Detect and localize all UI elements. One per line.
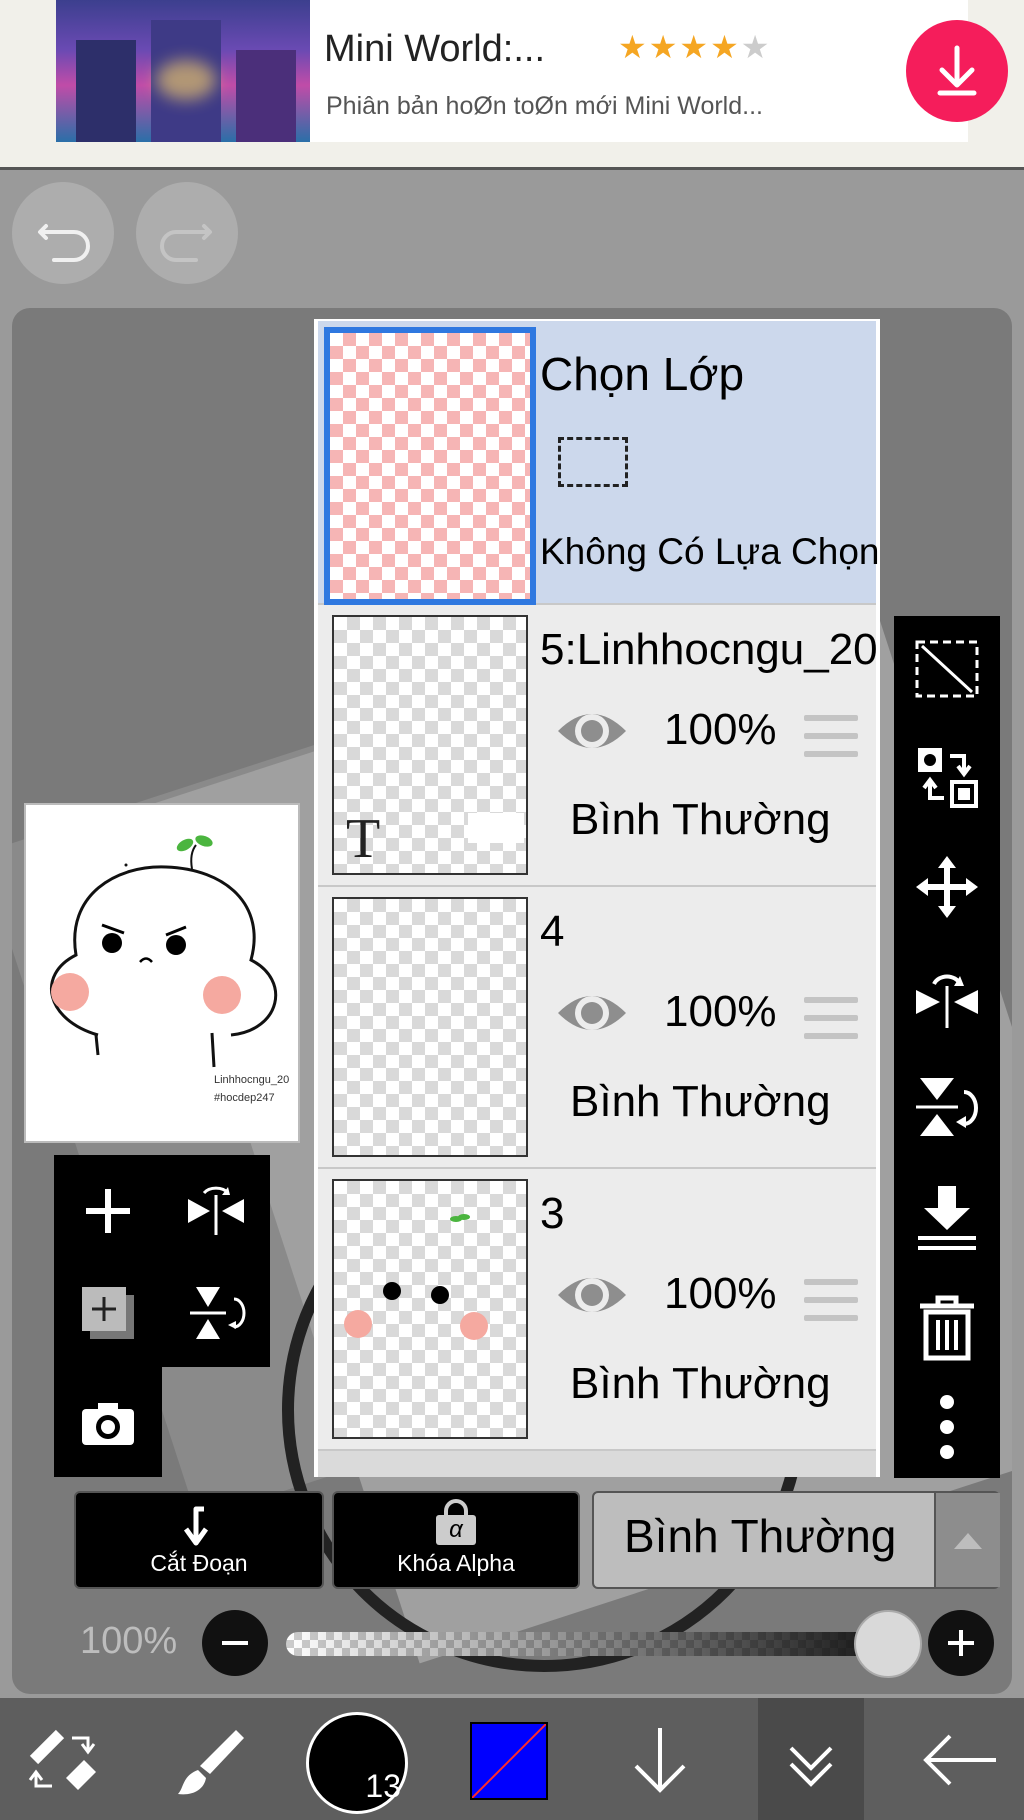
alpha-lock-button[interactable]: α Khóa Alpha xyxy=(332,1491,580,1589)
clipping-label: Cắt Đoạn xyxy=(150,1550,248,1576)
flip-vertical-button[interactable] xyxy=(176,1273,256,1353)
left-toolbox xyxy=(54,1155,270,1367)
triangle-up-icon xyxy=(954,1533,982,1549)
back-arrow-icon[interactable] xyxy=(916,1720,1002,1800)
color-swatch[interactable] xyxy=(470,1722,548,1800)
layer-thumbnail[interactable]: T xyxy=(332,615,528,875)
layer-row[interactable]: 3 100% Bình Thường xyxy=(318,1169,876,1451)
layer-opacity[interactable]: 100% xyxy=(664,987,777,1037)
undo-icon xyxy=(38,224,90,262)
plus-icon xyxy=(948,1630,974,1656)
rotate-flip-icon[interactable] xyxy=(912,962,982,1032)
drag-handle-icon[interactable] xyxy=(804,715,858,769)
layer-blend-mode[interactable]: Bình Thường xyxy=(570,795,831,845)
right-toolbox xyxy=(894,616,1000,1478)
layer-content-preview xyxy=(344,1214,488,1340)
layer-opacity[interactable]: 100% xyxy=(664,705,777,755)
undo-button[interactable] xyxy=(12,182,114,284)
selection-layer-title: Chọn Lớp xyxy=(540,348,745,400)
visibility-eye-icon[interactable] xyxy=(554,983,630,1043)
ad-subtitle[interactable]: Phiân bản hoØn toØn mới Mini World... xyxy=(326,92,763,121)
layer-blend-mode[interactable]: Bình Thường xyxy=(570,1359,831,1409)
opacity-slider-thumb[interactable] xyxy=(854,1610,922,1678)
more-icon[interactable] xyxy=(912,1392,982,1462)
redo-button[interactable] xyxy=(136,182,238,284)
canvas-preview: Linhhocngu_20 #hocdep247 xyxy=(24,803,300,1143)
text-layer-preview xyxy=(468,813,524,843)
ad-title[interactable]: Mini World:... xyxy=(324,28,545,71)
layer-opacity[interactable]: 100% xyxy=(664,1269,777,1319)
selection-marquee-icon xyxy=(558,437,628,487)
brush-size-value: 13 xyxy=(365,1768,401,1804)
ad-stars-empty: ★ xyxy=(740,29,772,65)
clip-arrow-icon xyxy=(183,1506,209,1546)
add-copy-icon xyxy=(82,1287,134,1339)
transform-tools-icon[interactable] xyxy=(22,1722,102,1802)
color-slash-icon xyxy=(472,1724,546,1798)
visibility-eye-icon[interactable] xyxy=(554,1265,630,1325)
alpha-lock-label: Khóa Alpha xyxy=(397,1550,515,1576)
layer-row[interactable]: T 5:Linhhocngu_20 100% Bình Thường xyxy=(318,605,878,887)
ad-rating-stars: ★★★★★ xyxy=(618,28,771,66)
layer-name[interactable]: 5:Linhhocngu_20 xyxy=(540,625,878,675)
minus-icon xyxy=(222,1641,248,1645)
add-layer-button[interactable] xyxy=(68,1171,148,1251)
brush-size-indicator[interactable]: 13 xyxy=(306,1712,408,1814)
layer-blend-mode[interactable]: Bình Thường xyxy=(570,1077,831,1127)
preview-watermark: Linhhocngu_20 #hocdep247 xyxy=(214,1071,289,1107)
download-icon xyxy=(937,45,977,96)
lock-icon: α xyxy=(436,1499,476,1545)
redo-icon xyxy=(160,224,212,262)
blend-mode-value: Bình Thường xyxy=(624,1510,897,1562)
move-icon[interactable] xyxy=(912,852,982,922)
layer-name[interactable]: 4 xyxy=(540,907,564,957)
layer-row-partial[interactable] xyxy=(318,1451,876,1477)
flip-vertical-rotate-icon[interactable] xyxy=(912,1072,982,1142)
ad-stars-filled: ★★★★ xyxy=(618,29,741,65)
blend-mode-arrow[interactable] xyxy=(934,1493,1000,1587)
selection-layer[interactable]: Chọn Lớp Không Có Lựa Chọn xyxy=(318,321,880,605)
bottom-toolbar: 13 xyxy=(0,1698,1024,1820)
ad-thumbnail[interactable] xyxy=(56,0,310,142)
layer-down-icon[interactable] xyxy=(620,1720,700,1800)
layer-thumbnail[interactable] xyxy=(332,897,528,1157)
ad-download-button[interactable] xyxy=(906,20,1008,122)
collapse-icon[interactable] xyxy=(771,1728,851,1798)
opacity-value: 100% xyxy=(80,1620,178,1662)
camera-button[interactable] xyxy=(68,1383,148,1463)
camera-tool-block xyxy=(54,1367,162,1477)
merge-down-icon[interactable] xyxy=(912,1182,982,1252)
watermark-line-1: Linhhocngu_20 xyxy=(214,1074,290,1086)
ad-banner[interactable]: Mini World:... ★★★★★ Phiân bản hoØn toØn… xyxy=(0,0,1024,170)
flip-horizontal-button[interactable] xyxy=(176,1171,256,1251)
swap-icon[interactable] xyxy=(912,742,982,812)
opacity-decrease-button[interactable] xyxy=(202,1610,268,1676)
delete-icon[interactable] xyxy=(912,1292,982,1362)
brush-icon[interactable] xyxy=(170,1722,250,1802)
ad-card[interactable]: Mini World:... ★★★★★ Phiân bản hoØn toØn… xyxy=(56,0,1008,142)
selection-layer-status: Không Có Lựa Chọn xyxy=(540,531,880,572)
opacity-increase-button[interactable] xyxy=(928,1610,994,1676)
opacity-slider-track[interactable] xyxy=(286,1632,902,1656)
layer-row[interactable]: 4 100% Bình Thường xyxy=(318,887,876,1169)
alpha-symbol: α xyxy=(436,1515,476,1545)
layer-panel: Chọn Lớp Không Có Lựa Chọn T 5:Linhhocng… xyxy=(314,319,880,1477)
camera-icon xyxy=(82,1403,134,1445)
clipping-button[interactable]: Cắt Đoạn xyxy=(74,1491,324,1589)
watermark-line-2: #hocdep247 xyxy=(214,1092,275,1104)
text-layer-icon: T xyxy=(346,808,381,870)
visibility-eye-icon[interactable] xyxy=(554,701,630,761)
add-copy-layer-button[interactable] xyxy=(68,1273,148,1353)
flip-horizontal-icon xyxy=(188,1186,244,1235)
layer-thumbnail[interactable] xyxy=(332,1179,528,1439)
blend-mode-select[interactable]: Bình Thường xyxy=(592,1491,1000,1589)
drag-handle-icon[interactable] xyxy=(804,1279,858,1333)
clear-selection-icon[interactable] xyxy=(912,634,982,704)
layer-name[interactable]: 3 xyxy=(540,1189,564,1239)
flip-vertical-icon xyxy=(190,1287,246,1339)
add-layer-icon xyxy=(86,1189,130,1233)
selection-layer-thumbnail[interactable] xyxy=(324,327,536,605)
drag-handle-icon[interactable] xyxy=(804,997,858,1051)
